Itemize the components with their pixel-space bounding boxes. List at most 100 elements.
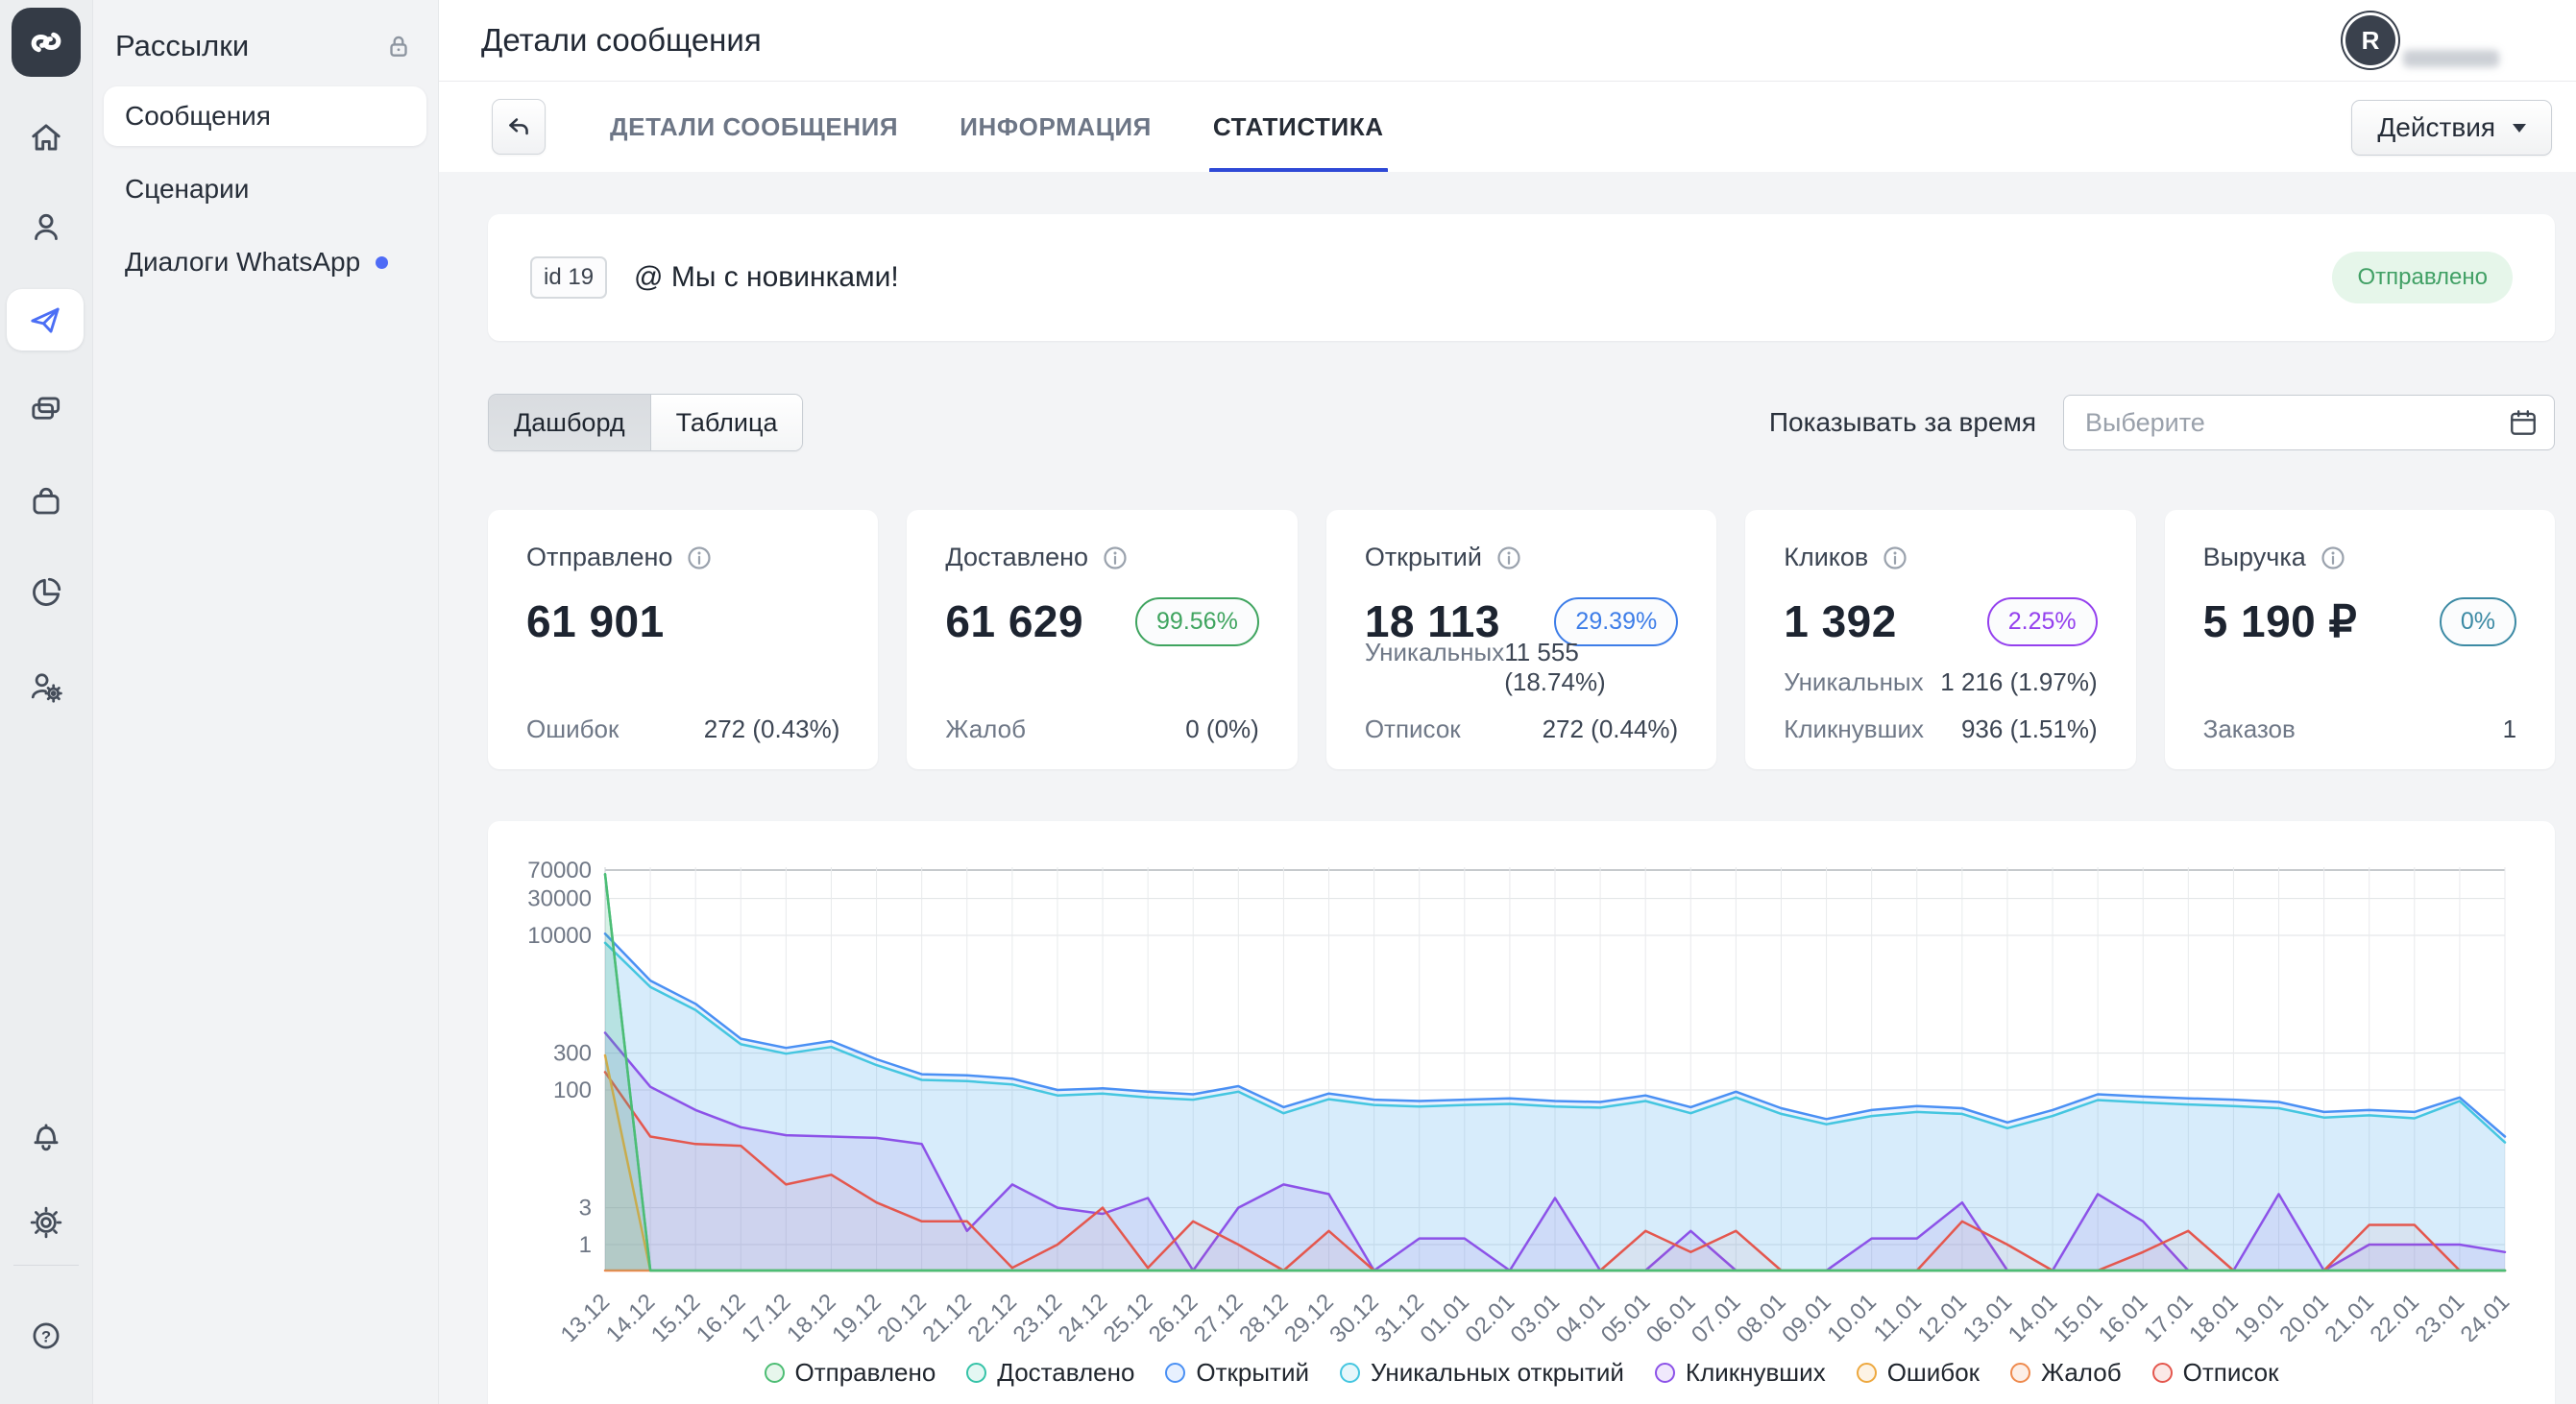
stat-subrow: Жалоб0 (0%) — [945, 714, 1258, 744]
stat-value: 1 392 — [1784, 595, 1897, 647]
view-toggle-table[interactable]: Таблица — [650, 395, 803, 450]
back-arrow-icon — [503, 111, 534, 142]
sidebar-title: Рассылки — [115, 29, 249, 63]
stat-subrow: Уникальных11 555 (18.74%) — [1365, 638, 1678, 697]
contacts-icon[interactable] — [24, 206, 68, 250]
home-icon[interactable] — [24, 115, 68, 159]
main-area: Детали сообщения R ДЕТАЛИ СООБЩЕНИЯ ИНФО… — [439, 0, 2576, 1404]
app-root: ? Рассылки Сообщения Сценарии Диалоги Wh… — [0, 0, 2576, 1404]
tab-message-details[interactable]: ДЕТАЛИ СООБЩЕНИЯ — [610, 82, 898, 172]
app-logo[interactable] — [12, 8, 81, 77]
legend-label: Открытий — [1196, 1358, 1309, 1388]
legend-label: Доставлено — [997, 1358, 1134, 1388]
view-toggle: Дашборд Таблица — [488, 394, 803, 451]
stat-value: 61 629 — [945, 595, 1083, 647]
broadcasts-nav-active[interactable] — [7, 289, 84, 351]
stat-card-revenue: Выручка 5 190 ₽ 0% Заказов1 — [2165, 510, 2555, 769]
user-settings-icon[interactable] — [24, 666, 68, 710]
legend-marker — [966, 1363, 986, 1383]
actions-button-label: Действия — [2377, 112, 2495, 143]
legend-marker — [2010, 1363, 2030, 1383]
legend-item-3[interactable]: Уникальных открытий — [1340, 1358, 1624, 1388]
legend-label: Отписок — [2183, 1358, 2279, 1388]
header-bar: Детали сообщения R — [439, 0, 2576, 82]
y-axis-tick: 300 — [553, 1041, 592, 1067]
avatar-initial: R — [2362, 26, 2380, 56]
date-range-input[interactable] — [2063, 395, 2555, 450]
x-axis-tick: 24.01 — [2456, 1289, 2515, 1342]
legend-marker — [765, 1363, 785, 1383]
tab-bar: ДЕТАЛИ СООБЩЕНИЯ ИНФОРМАЦИЯ СТАТИСТИКА Д… — [439, 82, 2576, 173]
stat-label: Доставлено — [945, 543, 1088, 572]
info-icon[interactable] — [2319, 544, 2347, 572]
legend-item-7[interactable]: Отписок — [2152, 1358, 2279, 1388]
stat-card-delivered: Доставлено 61 629 99.56% Жалоб0 (0%) — [907, 510, 1297, 769]
stat-label: Открытий — [1365, 543, 1482, 572]
back-button[interactable] — [492, 99, 546, 155]
stat-subrow: Ошибок272 (0.43%) — [526, 714, 839, 744]
info-icon[interactable] — [1495, 544, 1523, 572]
paper-plane-icon — [24, 299, 66, 341]
legend-item-6[interactable]: Жалоб — [2010, 1358, 2122, 1388]
chart-legend: Отправлено Доставлено Открытий Уникальных о… — [488, 1358, 2555, 1388]
stat-card-opens: Открытий 18 113 29.39% Уникальных11 555 … — [1326, 510, 1716, 769]
sidebar-item-messages[interactable]: Сообщения — [104, 86, 426, 146]
date-range-field[interactable] — [2083, 407, 2508, 439]
stat-card-sent: Отправлено 61 901 Ошибок272 (0.43%) — [488, 510, 878, 769]
legend-item-5[interactable]: Ошибок — [1857, 1358, 1980, 1388]
settings-gear-icon[interactable] — [24, 1200, 68, 1245]
legend-marker — [2152, 1363, 2173, 1383]
calendar-icon[interactable] — [2508, 407, 2539, 438]
rail-divider — [13, 1265, 79, 1266]
stat-value: 61 901 — [526, 595, 665, 647]
statistics-chart: 7000030000100003001003113.1214.1215.1216… — [488, 821, 2555, 1346]
stat-subrow: Кликнувших936 (1.51%) — [1784, 714, 2097, 744]
legend-item-1[interactable]: Доставлено — [966, 1358, 1134, 1388]
avatar[interactable]: R — [2345, 15, 2395, 65]
legend-marker — [1655, 1363, 1675, 1383]
x-axis-tick: 10.01 — [1822, 1289, 1882, 1342]
sidebar-item-label: Диалоги WhatsApp — [125, 247, 360, 278]
stat-cards-row: Отправлено 61 901 Ошибок272 (0.43%) Дост… — [488, 510, 2555, 769]
info-icon[interactable] — [685, 544, 714, 572]
toolbar: Дашборд Таблица Показывать за время — [488, 395, 2555, 450]
tab-information[interactable]: ИНФОРМАЦИЯ — [960, 82, 1152, 172]
legend-item-4[interactable]: Кликнувших — [1655, 1358, 1826, 1388]
y-axis-tick: 30000 — [527, 886, 592, 912]
legend-label: Кликнувших — [1686, 1358, 1826, 1388]
chart-svg: 7000030000100003001003113.1214.1215.1216… — [488, 821, 2555, 1342]
content: id 19 @ Мы с новинками! Отправлено Дашбо… — [439, 172, 2576, 1404]
stat-subrow: Заказов1 — [2203, 714, 2516, 744]
stat-pill-1: 99.56% — [1135, 597, 1259, 646]
tab-statistics[interactable]: СТАТИСТИКА — [1213, 82, 1384, 172]
lock-icon — [384, 32, 413, 61]
legend-label: Ошибок — [1887, 1358, 1980, 1388]
legend-item-2[interactable]: Открытий — [1165, 1358, 1309, 1388]
user-name-blurred — [2403, 50, 2499, 67]
legend-label: Уникальных открытий — [1371, 1358, 1624, 1388]
analytics-pie-icon[interactable] — [24, 570, 68, 615]
status-badge: Отправлено — [2332, 252, 2513, 303]
y-axis-tick: 100 — [553, 1077, 592, 1103]
stat-label: Отправлено — [526, 543, 672, 572]
shop-icon[interactable] — [24, 480, 68, 524]
info-icon[interactable] — [1101, 544, 1130, 572]
sidebar-item-whatsapp-dialogs[interactable]: Диалоги WhatsApp — [104, 232, 426, 292]
stat-label: Кликов — [1784, 543, 1868, 572]
message-title: @ Мы с новинками! — [634, 261, 899, 294]
info-icon[interactable] — [1881, 544, 1909, 572]
templates-icon[interactable] — [24, 388, 68, 432]
time-filter-label: Показывать за время — [1769, 407, 2036, 438]
legend-item-0[interactable]: Отправлено — [765, 1358, 936, 1388]
sidebar-item-scenarios[interactable]: Сценарии — [104, 159, 426, 219]
actions-button[interactable]: Действия — [2351, 100, 2552, 156]
stat-card-clicks: Кликов 1 392 2.25% Уникальных1 216 (1.97… — [1745, 510, 2135, 769]
svg-text:?: ? — [41, 1329, 51, 1346]
chevron-down-icon — [2513, 124, 2526, 133]
sidebar-item-label: Сообщения — [125, 101, 271, 132]
help-icon[interactable]: ? — [24, 1314, 68, 1358]
stat-subrow: Уникальных1 216 (1.97%) — [1784, 667, 2097, 697]
notifications-bell-icon[interactable] — [24, 1113, 68, 1157]
view-toggle-dashboard[interactable]: Дашборд — [489, 395, 650, 450]
legend-label: Отправлено — [795, 1358, 936, 1388]
